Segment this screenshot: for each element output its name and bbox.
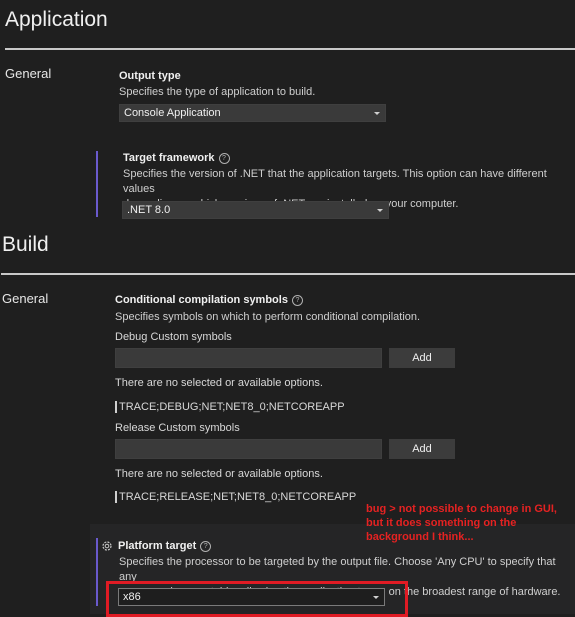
platform-target-label: Platform target? [118,540,212,552]
output-type-value: Console Application [124,107,221,119]
build-category-general[interactable]: General [2,291,48,306]
debug-symbols-input[interactable] [115,348,382,368]
output-type-dropdown[interactable]: Console Application [119,104,386,122]
annotation-highlight-box [106,581,408,617]
modified-indicator-bar [96,151,98,217]
conditional-symbols-description: Specifies symbols on which to perform co… [115,311,421,323]
build-divider [1,273,575,275]
help-icon[interactable]: ? [291,295,303,306]
annotation-note: bug > not possible to change in GUI, but… [366,503,557,543]
debug-empty-text: There are no selected or available optio… [115,377,323,389]
help-icon[interactable]: ? [200,541,212,552]
target-framework-label: Target framework? [123,152,230,164]
modified-indicator-bar [96,538,98,606]
target-framework-dropdown[interactable]: .NET 8.0 [122,201,389,219]
application-category-general[interactable]: General [5,66,51,81]
target-framework-value: .NET 8.0 [127,204,171,216]
debug-symbols-label: Debug Custom symbols [115,331,232,343]
conditional-symbols-label: Conditional compilation symbols? [115,294,303,306]
help-icon[interactable]: ? [218,153,230,164]
release-add-button[interactable]: Add [389,439,455,459]
build-section-title: Build [2,233,49,256]
chevron-down-icon [374,112,380,115]
output-type-description: Specifies the type of application to bui… [119,86,316,98]
release-symbols-value: TRACE;RELEASE;NET;NET8_0;NETCOREAPP [115,491,356,503]
application-divider [5,48,575,50]
output-type-label: Output type [119,70,181,82]
release-empty-text: There are no selected or available optio… [115,468,323,480]
release-symbols-label: Release Custom symbols [115,422,240,434]
debug-add-button[interactable]: Add [389,348,455,368]
application-section-title: Application [5,8,108,31]
debug-symbols-value: TRACE;DEBUG;NET;NET8_0;NETCOREAPP [115,401,345,413]
gear-icon [101,539,113,551]
release-symbols-input[interactable] [115,439,382,459]
chevron-down-icon [377,209,383,212]
